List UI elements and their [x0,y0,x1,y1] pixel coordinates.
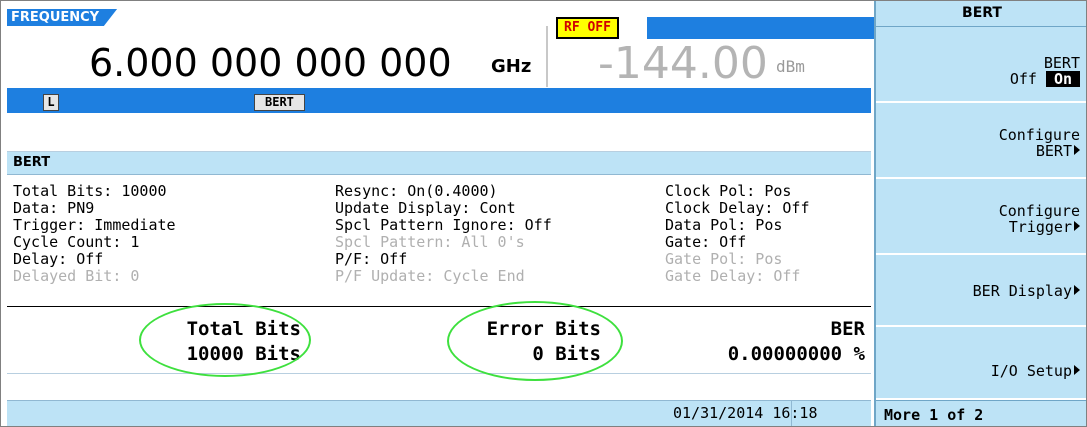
softkey-panel: BERT BERT Off On Configure BERT Configur… [874,1,1086,426]
param-line: P/F: Off [335,250,408,268]
annotation-circle-total [139,303,311,377]
main-display: FREQUENCY 6.000 000 000 000 GHz RF OFF -… [1,1,874,426]
configure-bert-softkey[interactable]: Configure BERT [876,103,1086,179]
io-setup-softkey[interactable]: I/O Setup [876,327,1086,400]
submenu-arrow-icon [1074,365,1080,375]
param-column-3: Clock Pol: Pos Clock Delay: Off Data Pol: … [665,183,810,285]
softkey-menu-title: BERT [876,1,1086,27]
param-column-2: Resync: On(0.4000) Update Display: Cont Sp… [335,183,552,285]
bert-panel-title: BERT [13,155,51,170]
submenu-arrow-icon [1074,145,1080,155]
configure-bert-line1: Configure [998,126,1080,144]
rf-off-badge: RF OFF [556,17,619,39]
date-time: 01/31/2014 16:18 [673,404,818,422]
local-indicator: L [43,94,59,111]
amplitude-value: -144.00 [598,38,768,89]
param-line: Spcl Pattern: All 0's [335,233,525,251]
frequency-label: FREQUENCY [7,9,118,26]
bert-indicator: BERT [254,94,305,111]
bert-on-option: On [1045,71,1080,87]
annunciator-bar [7,88,871,113]
rf-status-bar [647,17,874,39]
ber-label: BER [830,318,865,340]
param-line: Update Display: Cont [335,199,516,217]
param-line: Delay: Off [13,250,104,268]
message-area [7,113,871,152]
io-setup-label: I/O Setup [990,362,1072,380]
ber-display-softkey[interactable]: BER Display [876,255,1086,327]
bert-parameters: Total Bits: 10000 Data: PN9 Trigger: Immed… [7,175,871,307]
configure-trigger-softkey[interactable]: Configure Trigger [876,179,1086,255]
bert-off-option: Off [1009,70,1037,88]
ber-value: 0.00000000 % [727,343,865,365]
amplitude-unit: dBm [776,57,805,76]
param-line: Resync: On(0.4000) [335,182,498,200]
param-line: Spcl Pattern Ignore: Off [335,216,552,234]
configure-bert-line2: BERT [1035,142,1072,160]
param-line: Clock Delay: Off [665,199,810,217]
configure-trigger-line2: Trigger [1008,218,1072,236]
submenu-arrow-icon [1074,221,1080,231]
param-line: Gate: Off [665,233,747,251]
param-line: Delayed Bit: 0 [13,267,140,285]
param-line: P/F Update: Cycle End [335,267,525,285]
bert-on-off-softkey[interactable]: BERT Off On [876,27,1086,103]
param-line: Trigger: Immediate [13,216,176,234]
annotation-circle-error [447,301,623,381]
more-softkey[interactable]: More 1 of 2 [876,400,1086,426]
bert-panel-header: BERT [7,152,871,175]
frequency-value: 6.000 000 000 000 [89,41,452,85]
bert-toggle-label: BERT [1043,54,1080,72]
param-line: Gate Pol: Pos [665,250,783,268]
configure-trigger-line1: Configure [998,202,1080,220]
param-line: Gate Delay: Off [665,267,801,285]
param-line: Clock Pol: Pos [665,182,792,200]
param-column-1: Total Bits: 10000 Data: PN9 Trigger: Immed… [13,183,176,285]
submenu-arrow-icon [1074,285,1080,295]
param-line: Cycle Count: 1 [13,233,140,251]
param-line: Data Pol: Pos [665,216,783,234]
param-line: Total Bits: 10000 [13,182,167,200]
signal-generator-screen: FREQUENCY 6.000 000 000 000 GHz RF OFF -… [0,0,1087,427]
frequency-unit: GHz [491,56,532,77]
ber-display-label: BER Display [972,282,1072,300]
param-line: Data: PN9 [13,199,95,217]
bert-results: Total Bits 10000 Bits Error Bits 0 Bits … [7,307,871,374]
more-label: More 1 of 2 [884,406,984,424]
